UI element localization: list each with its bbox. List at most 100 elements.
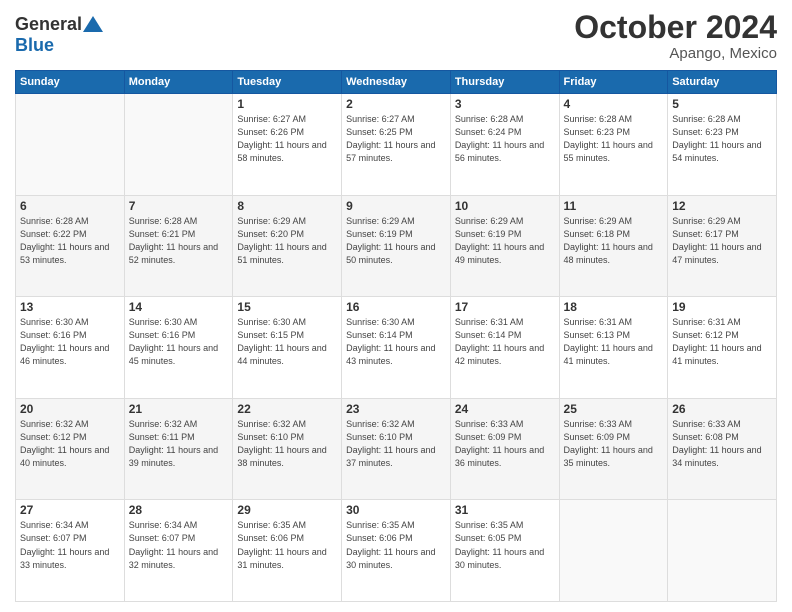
day-number: 19: [672, 300, 772, 314]
calendar-day-cell: 11 Sunrise: 6:29 AM Sunset: 6:18 PM Dayli…: [559, 195, 668, 297]
calendar-day-cell: 16 Sunrise: 6:30 AM Sunset: 6:14 PM Dayli…: [342, 297, 451, 399]
col-friday: Friday: [559, 71, 668, 94]
calendar-day-cell: 26 Sunrise: 6:33 AM Sunset: 6:08 PM Dayli…: [668, 398, 777, 500]
calendar-header-row: Sunday Monday Tuesday Wednesday Thursday…: [16, 71, 777, 94]
calendar-week-row: 6 Sunrise: 6:28 AM Sunset: 6:22 PM Daylig…: [16, 195, 777, 297]
day-info: Sunrise: 6:34 AM Sunset: 6:07 PM Dayligh…: [129, 519, 229, 571]
day-info: Sunrise: 6:33 AM Sunset: 6:09 PM Dayligh…: [564, 418, 664, 470]
day-info: Sunrise: 6:28 AM Sunset: 6:22 PM Dayligh…: [20, 215, 120, 267]
calendar-day-cell: 28 Sunrise: 6:34 AM Sunset: 6:07 PM Dayli…: [124, 500, 233, 602]
day-number: 6: [20, 199, 120, 213]
calendar-day-cell: 25 Sunrise: 6:33 AM Sunset: 6:09 PM Dayli…: [559, 398, 668, 500]
day-info: Sunrise: 6:29 AM Sunset: 6:19 PM Dayligh…: [346, 215, 446, 267]
calendar-day-cell: 3 Sunrise: 6:28 AM Sunset: 6:24 PM Daylig…: [450, 94, 559, 196]
day-info: Sunrise: 6:35 AM Sunset: 6:06 PM Dayligh…: [346, 519, 446, 571]
day-info: Sunrise: 6:34 AM Sunset: 6:07 PM Dayligh…: [20, 519, 120, 571]
day-info: Sunrise: 6:32 AM Sunset: 6:12 PM Dayligh…: [20, 418, 120, 470]
day-number: 27: [20, 503, 120, 517]
logo-general-text: General: [15, 14, 82, 35]
day-number: 3: [455, 97, 555, 111]
day-number: 26: [672, 402, 772, 416]
calendar-day-cell: 12Sunrise: 6:29 AM Sunset: 6:17 PM Dayli…: [668, 195, 777, 297]
day-number: 1: [237, 97, 337, 111]
calendar-day-cell: 6 Sunrise: 6:28 AM Sunset: 6:22 PM Daylig…: [16, 195, 125, 297]
calendar-day-cell: 13Sunrise: 6:30 AM Sunset: 6:16 PM Dayli…: [16, 297, 125, 399]
day-info: Sunrise: 6:33 AM Sunset: 6:08 PM Dayligh…: [672, 418, 772, 470]
day-info: Sunrise: 6:35 AM Sunset: 6:06 PM Dayligh…: [237, 519, 337, 571]
day-number: 25: [564, 402, 664, 416]
page: General Blue October 2024 Apango, Mexico…: [0, 0, 792, 612]
logo-icon: [83, 16, 103, 32]
calendar-day-cell: 22 Sunrise: 6:32 AM Sunset: 6:10 PM Dayli…: [233, 398, 342, 500]
col-wednesday: Wednesday: [342, 71, 451, 94]
col-thursday: Thursday: [450, 71, 559, 94]
day-info: Sunrise: 6:28 AM Sunset: 6:23 PM Dayligh…: [672, 113, 772, 165]
logo: General Blue: [15, 14, 103, 56]
day-number: 12: [672, 199, 772, 213]
calendar-table: Sunday Monday Tuesday Wednesday Thursday…: [15, 70, 777, 602]
day-info: Sunrise: 6:32 AM Sunset: 6:10 PM Dayligh…: [346, 418, 446, 470]
day-info: Sunrise: 6:35 AM Sunset: 6:05 PM Dayligh…: [455, 519, 555, 571]
day-number: 18: [564, 300, 664, 314]
day-number: 11: [564, 199, 664, 213]
day-info: Sunrise: 6:29 AM Sunset: 6:19 PM Dayligh…: [455, 215, 555, 267]
day-info: Sunrise: 6:28 AM Sunset: 6:23 PM Dayligh…: [564, 113, 664, 165]
calendar-day-cell: 2 Sunrise: 6:27 AM Sunset: 6:25 PM Daylig…: [342, 94, 451, 196]
calendar-day-cell: [124, 94, 233, 196]
day-number: 5: [672, 97, 772, 111]
day-number: 8: [237, 199, 337, 213]
calendar-day-cell: 15Sunrise: 6:30 AM Sunset: 6:15 PM Dayli…: [233, 297, 342, 399]
calendar-day-cell: [668, 500, 777, 602]
calendar-day-cell: 30 Sunrise: 6:35 AM Sunset: 6:06 PM Dayli…: [342, 500, 451, 602]
day-info: Sunrise: 6:31 AM Sunset: 6:13 PM Dayligh…: [564, 316, 664, 368]
calendar-day-cell: [559, 500, 668, 602]
day-info: Sunrise: 6:29 AM Sunset: 6:18 PM Dayligh…: [564, 215, 664, 267]
day-number: 21: [129, 402, 229, 416]
header: General Blue October 2024 Apango, Mexico: [15, 10, 777, 62]
day-number: 2: [346, 97, 446, 111]
day-info: Sunrise: 6:31 AM Sunset: 6:14 PM Dayligh…: [455, 316, 555, 368]
day-number: 28: [129, 503, 229, 517]
col-saturday: Saturday: [668, 71, 777, 94]
calendar-day-cell: 4 Sunrise: 6:28 AM Sunset: 6:23 PM Daylig…: [559, 94, 668, 196]
day-number: 17: [455, 300, 555, 314]
day-info: Sunrise: 6:30 AM Sunset: 6:16 PM Dayligh…: [20, 316, 120, 368]
day-number: 4: [564, 97, 664, 111]
day-number: 23: [346, 402, 446, 416]
calendar-day-cell: [16, 94, 125, 196]
day-number: 29: [237, 503, 337, 517]
col-sunday: Sunday: [16, 71, 125, 94]
day-number: 16: [346, 300, 446, 314]
day-info: Sunrise: 6:28 AM Sunset: 6:24 PM Dayligh…: [455, 113, 555, 165]
day-number: 15: [237, 300, 337, 314]
calendar-day-cell: 5 Sunrise: 6:28 AM Sunset: 6:23 PM Daylig…: [668, 94, 777, 196]
calendar-day-cell: 19Sunrise: 6:31 AM Sunset: 6:12 PM Dayli…: [668, 297, 777, 399]
calendar-day-cell: 27 Sunrise: 6:34 AM Sunset: 6:07 PM Dayli…: [16, 500, 125, 602]
calendar-day-cell: 24Sunrise: 6:33 AM Sunset: 6:09 PM Dayli…: [450, 398, 559, 500]
day-info: Sunrise: 6:30 AM Sunset: 6:14 PM Dayligh…: [346, 316, 446, 368]
day-info: Sunrise: 6:32 AM Sunset: 6:11 PM Dayligh…: [129, 418, 229, 470]
logo-blue-text: Blue: [15, 35, 54, 55]
calendar-day-cell: 10Sunrise: 6:29 AM Sunset: 6:19 PM Dayli…: [450, 195, 559, 297]
day-number: 9: [346, 199, 446, 213]
calendar-day-cell: 31Sunrise: 6:35 AM Sunset: 6:05 PM Dayli…: [450, 500, 559, 602]
day-info: Sunrise: 6:27 AM Sunset: 6:25 PM Dayligh…: [346, 113, 446, 165]
calendar-day-cell: 17 Sunrise: 6:31 AM Sunset: 6:14 PM Dayli…: [450, 297, 559, 399]
location: Apango, Mexico: [574, 45, 777, 62]
col-tuesday: Tuesday: [233, 71, 342, 94]
day-number: 22: [237, 402, 337, 416]
day-number: 20: [20, 402, 120, 416]
day-info: Sunrise: 6:32 AM Sunset: 6:10 PM Dayligh…: [237, 418, 337, 470]
month-title: October 2024: [574, 10, 777, 45]
day-number: 7: [129, 199, 229, 213]
calendar-week-row: 1 Sunrise: 6:27 AM Sunset: 6:26 PM Daylig…: [16, 94, 777, 196]
calendar-day-cell: 23 Sunrise: 6:32 AM Sunset: 6:10 PM Dayli…: [342, 398, 451, 500]
calendar-day-cell: 9 Sunrise: 6:29 AM Sunset: 6:19 PM Daylig…: [342, 195, 451, 297]
calendar-day-cell: 20 Sunrise: 6:32 AM Sunset: 6:12 PM Dayli…: [16, 398, 125, 500]
col-monday: Monday: [124, 71, 233, 94]
calendar-week-row: 13Sunrise: 6:30 AM Sunset: 6:16 PM Dayli…: [16, 297, 777, 399]
day-number: 30: [346, 503, 446, 517]
day-info: Sunrise: 6:33 AM Sunset: 6:09 PM Dayligh…: [455, 418, 555, 470]
day-info: Sunrise: 6:27 AM Sunset: 6:26 PM Dayligh…: [237, 113, 337, 165]
calendar-week-row: 27 Sunrise: 6:34 AM Sunset: 6:07 PM Dayli…: [16, 500, 777, 602]
